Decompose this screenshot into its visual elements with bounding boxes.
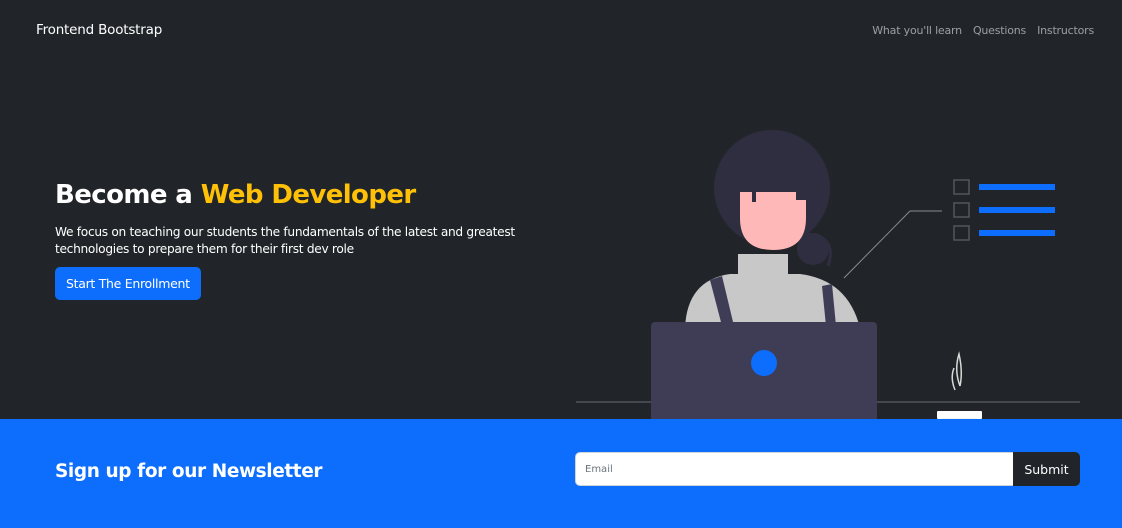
email-input[interactable] [575, 452, 1013, 486]
pointer-line [843, 210, 942, 279]
nav-link-what-youll-learn[interactable]: What you'll learn [872, 24, 962, 37]
hero-title-accent: Web Developer [200, 180, 416, 210]
developer-illustration [576, 130, 1080, 464]
checklist-icon [953, 179, 1055, 241]
start-enrollment-button[interactable]: Start The Enrollment [55, 267, 201, 300]
navbar-brand[interactable]: Frontend Bootstrap [36, 22, 162, 38]
navbar: Frontend Bootstrap What you'll learn Que… [0, 0, 1122, 62]
hero-section: Become a Web Developer We focus on teach… [0, 62, 1122, 464]
nav-link-instructors[interactable]: Instructors [1037, 24, 1094, 37]
newsletter-title: Sign up for our Newsletter [55, 461, 323, 482]
hero-title-prefix: Become a [55, 180, 201, 210]
nav-link-questions[interactable]: Questions [973, 24, 1026, 37]
hero-lead: We focus on teaching our students the fu… [55, 225, 515, 256]
newsletter-form: Submit [575, 452, 1080, 486]
person-icon [685, 130, 860, 328]
nav-links: What you'll learn Questions Instructors [872, 24, 1094, 37]
newsletter-section: Sign up for our Newsletter Submit [0, 419, 1122, 528]
submit-button[interactable]: Submit [1013, 452, 1080, 486]
hero-title: Become a Web Developer [55, 180, 416, 210]
